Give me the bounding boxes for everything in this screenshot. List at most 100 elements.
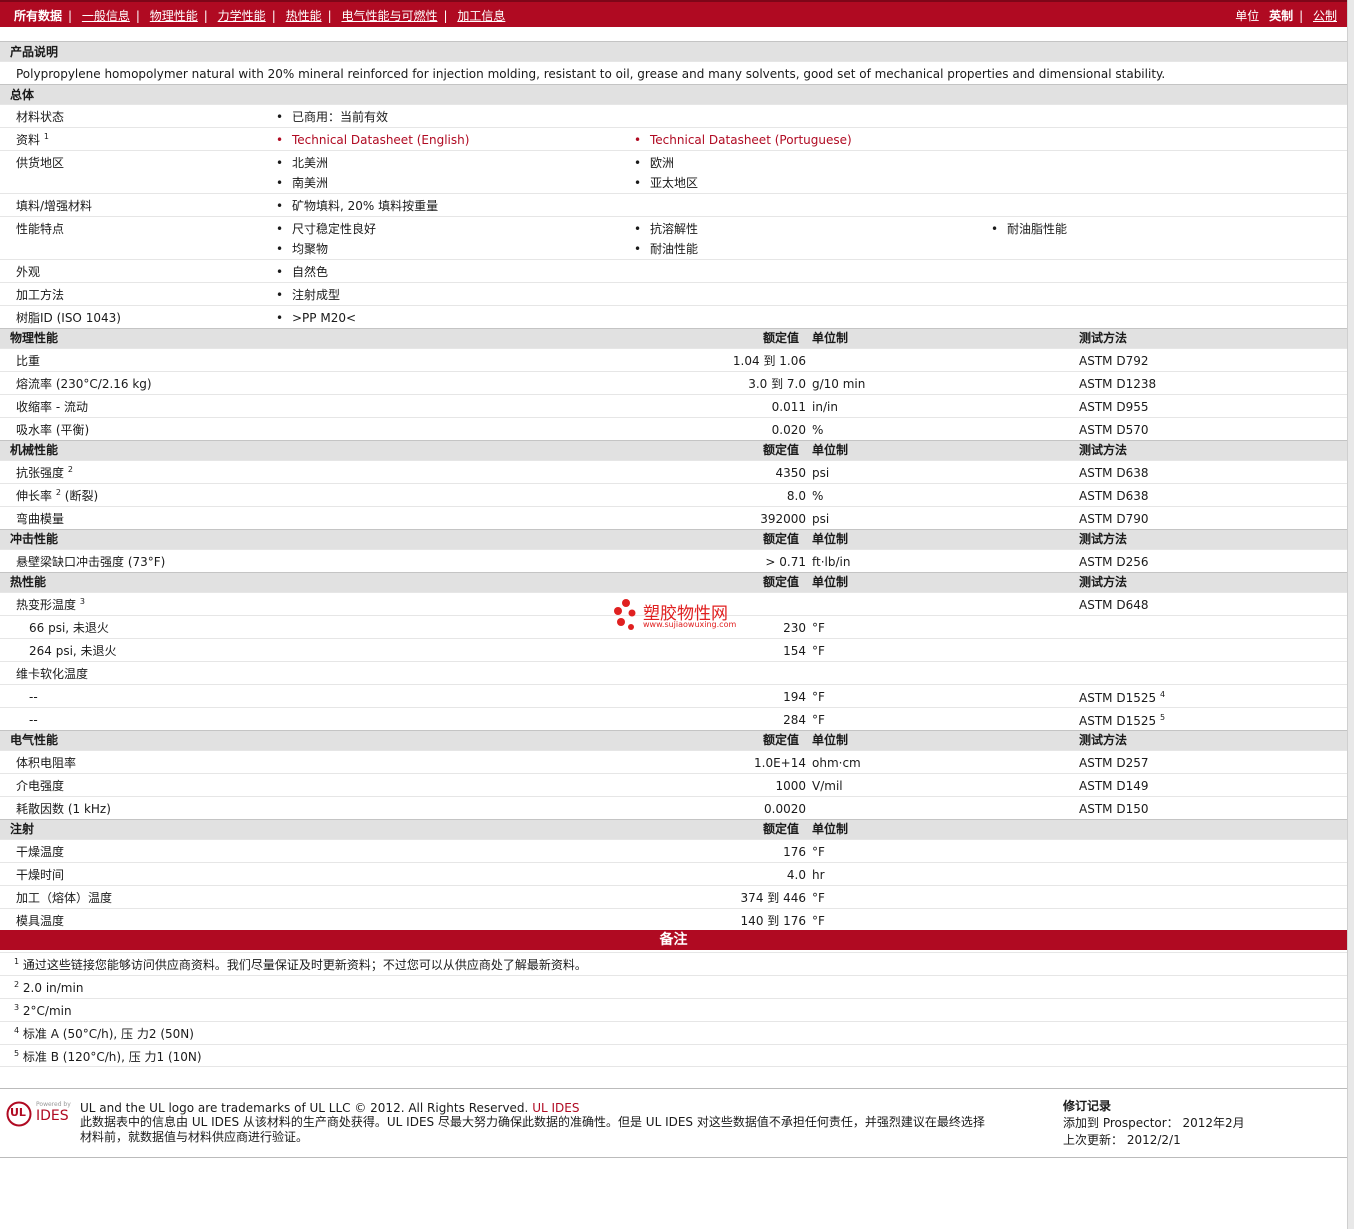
section-heading: 冲击性能 (10, 532, 59, 546)
region-item: 亚太地区 (634, 175, 698, 191)
unit-metric-toggle[interactable]: 公制 (1313, 9, 1337, 23)
section-impact: 冲击性能 额定值 单位制 测试方法 (0, 529, 1347, 549)
note-text: 5 标准 B (120°C/h), 压 力1 (10N) (14, 1049, 202, 1064)
property-unit: °F (812, 891, 825, 905)
nav-link-thermal[interactable]: 热性能 (286, 9, 322, 23)
property-row: 耗散因数 (1 kHz) 0.0020 ASTM D150 (0, 796, 1347, 819)
row-label: 加工方法 (16, 288, 65, 302)
unit-english-toggle[interactable]: 英制 (1269, 9, 1293, 23)
property-name: 收缩率 - 流动 (16, 400, 88, 414)
property-name: 模具温度 (16, 914, 65, 928)
property-unit: % (812, 423, 824, 437)
feature-item: 耐油脂性能 (991, 221, 1067, 237)
property-unit: °F (812, 713, 825, 727)
datasheet-english-link[interactable]: Technical Datasheet (English) (276, 132, 469, 148)
col-unit: 单位制 (812, 733, 849, 747)
property-name: 抗张强度 2 (16, 465, 73, 480)
property-value: 140 到 176 (740, 914, 806, 928)
nav-all-data[interactable]: 所有数据 (14, 9, 62, 23)
section-heading: 注射 (10, 822, 35, 836)
section-heading: 机械性能 (10, 443, 59, 457)
test-method: ASTM D1525 5 (1079, 713, 1166, 728)
section-heading: 产品说明 (10, 45, 59, 59)
feature-item: 尺寸稳定性良好 (276, 221, 376, 237)
property-unit: °F (812, 690, 825, 704)
section-heading: 物理性能 (10, 331, 59, 345)
test-method: ASTM D790 (1079, 512, 1149, 526)
row-label: 填料/增强材料 (16, 199, 93, 213)
col-nominal: 额定值 (763, 532, 800, 546)
property-row: 体积电阻率 1.0E+14 ohm·cm ASTM D257 (0, 750, 1347, 773)
property-row: 弯曲模量 392000 psi ASTM D790 (0, 506, 1347, 529)
property-unit: hr (812, 868, 825, 882)
ul-ides-link[interactable]: UL IDES (532, 1101, 579, 1115)
nav-link-mechanical[interactable]: 力学性能 (218, 9, 266, 23)
ides-logo-text: IDES (36, 1108, 69, 1124)
col-nominal: 额定值 (763, 331, 800, 345)
property-value: 392000 (760, 512, 806, 526)
property-unit: psi (812, 466, 830, 480)
property-row: -- 284 °F ASTM D1525 5 (0, 707, 1347, 730)
property-unit: °F (812, 914, 825, 928)
property-row: 模具温度 140 到 176 °F (0, 908, 1347, 930)
watermark-url: www.sujiaowuxing.com (643, 620, 737, 629)
property-row: 维卡软化温度 (0, 661, 1347, 684)
property-unit: °F (812, 621, 825, 635)
section-heading: 电气性能 (10, 733, 59, 747)
datasheet-portuguese-link[interactable]: Technical Datasheet (Portuguese) (634, 132, 852, 148)
status-value: 已商用：当前有效 (276, 109, 388, 125)
note-row: 2 2.0 in/min (0, 975, 1347, 998)
nav-link-general[interactable]: 一般信息 (82, 9, 130, 23)
nav-link-physical[interactable]: 物理性能 (150, 9, 198, 23)
property-unit: °F (812, 644, 825, 658)
property-name: 伸长率 2 (断裂) (16, 488, 99, 503)
property-name: 比重 (16, 354, 41, 368)
property-name: 悬壁梁缺口冲击强度 (73°F) (16, 555, 166, 569)
feature-item: 耐油性能 (634, 241, 698, 257)
footer: UL Powered by IDES UL and the UL logo ar… (0, 1088, 1347, 1158)
property-row: 熔流率 (230°C/2.16 kg) 3.0 到 7.0 g/10 min A… (0, 371, 1347, 394)
property-value: 176 (783, 845, 806, 859)
col-test: 测试方法 (1079, 443, 1128, 457)
nav-link-processing[interactable]: 加工信息 (457, 9, 505, 23)
row-label: 外观 (16, 265, 41, 279)
resin-value: >PP M20< (276, 310, 356, 326)
general-row-status: 材料状态 已商用：当前有效 (0, 104, 1347, 127)
general-row-filler: 填料/增强材料 矿物填料, 20% 填料按重量 (0, 193, 1347, 216)
col-test: 测试方法 (1079, 331, 1128, 345)
property-unit: ohm·cm (812, 756, 861, 770)
section-injection: 注射 额定值 单位制 (0, 819, 1347, 839)
property-row: 悬壁梁缺口冲击强度 (73°F) > 0.71 ft·lb/in ASTM D2… (0, 549, 1347, 572)
property-value: 374 到 446 (740, 891, 806, 905)
feature-item: 均聚物 (276, 241, 328, 257)
property-name: 264 psi, 未退火 (29, 644, 117, 658)
test-method: ASTM D1525 4 (1079, 690, 1166, 705)
col-test: 测试方法 (1079, 733, 1128, 747)
property-name: 干燥温度 (16, 845, 65, 859)
test-method: ASTM D955 (1079, 400, 1149, 414)
disclaimer-line-1: 此数据表中的信息由 UL IDES 从该材料的生产商处获得。UL IDES 尽最… (80, 1115, 985, 1129)
row-label: 树脂ID (ISO 1043) (16, 311, 121, 325)
test-method: ASTM D638 (1079, 489, 1149, 503)
general-row-appearance: 外观 自然色 (0, 259, 1347, 282)
vertical-scrollbar[interactable] (1347, 0, 1354, 1229)
property-value: 1.0E+14 (754, 756, 806, 770)
nav-link-electrical[interactable]: 电气性能与可燃性 (341, 9, 437, 23)
property-row: 干燥温度 176 °F (0, 839, 1347, 862)
property-unit: V/mil (812, 779, 843, 793)
property-value: 284 (783, 713, 806, 727)
property-name: 体积电阻率 (16, 756, 77, 770)
property-row: 伸长率 2 (断裂) 8.0 % ASTM D638 (0, 483, 1347, 506)
section-heading: 热性能 (10, 575, 47, 589)
property-row: 干燥时间 4.0 hr (0, 862, 1347, 885)
property-name: -- (29, 713, 38, 727)
property-name: 吸水率 (平衡) (16, 423, 90, 437)
property-name: 弯曲模量 (16, 512, 65, 526)
test-method: ASTM D149 (1079, 779, 1149, 793)
general-row-resin-id: 树脂ID (ISO 1043) >PP M20< (0, 305, 1347, 328)
col-test: 测试方法 (1079, 575, 1128, 589)
property-value: > 0.71 (765, 555, 806, 569)
note-text: 4 标准 A (50°C/h), 压 力2 (50N) (14, 1026, 194, 1041)
note-row: 4 标准 A (50°C/h), 压 力2 (50N) (0, 1021, 1347, 1044)
product-description: Polypropylene homopolymer natural with 2… (16, 67, 1166, 81)
